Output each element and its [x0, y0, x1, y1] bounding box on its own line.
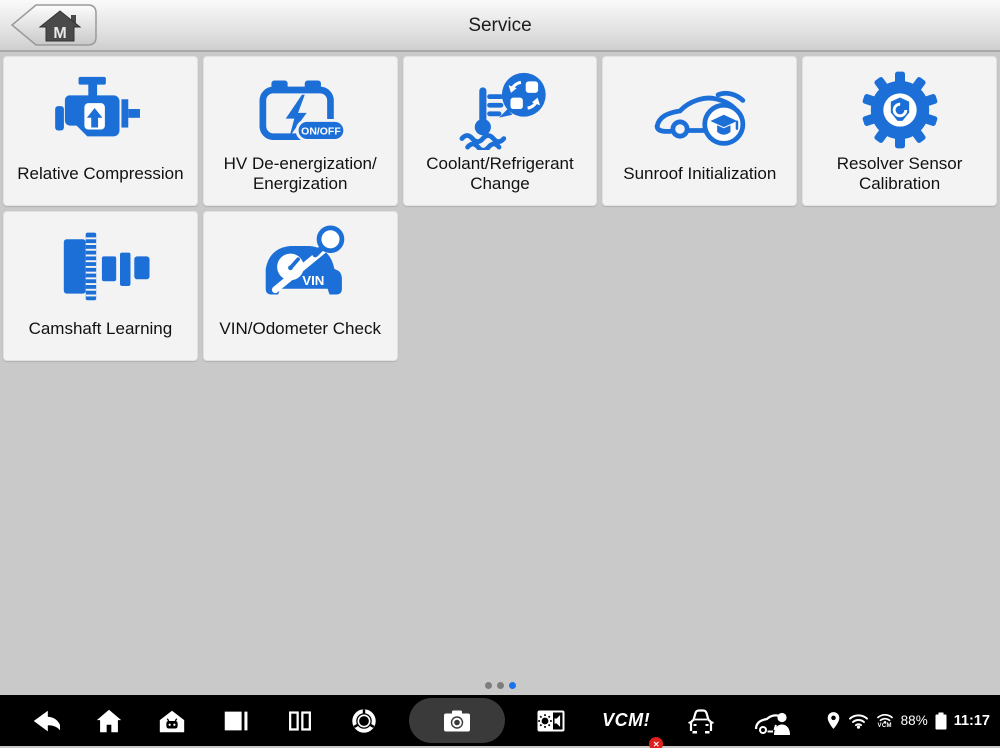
nav-buttons: VCM! ✕: [0, 695, 822, 746]
page-dot: [497, 682, 504, 689]
page-title: Service: [0, 0, 1000, 52]
clock: 11:17: [954, 713, 990, 729]
chrome-browser-button[interactable]: [345, 695, 383, 746]
app-drawer-button[interactable]: [153, 695, 191, 746]
vcm-signal-label: VCM: [878, 723, 892, 729]
tile-label: VIN/Odometer Check: [213, 308, 387, 360]
camshaft-icon: [48, 212, 152, 308]
resolver-gear-icon: [859, 57, 941, 153]
wifi-icon: [848, 712, 869, 729]
vehicle-button[interactable]: [680, 695, 722, 746]
sunroof-car-icon: [648, 57, 752, 153]
tile-label: HV De-energization/ Energization: [218, 153, 383, 205]
home-arrow-icon: M: [8, 3, 98, 47]
split-screen-icon: [285, 706, 315, 736]
vcm-signal-icon: VCM: [876, 712, 894, 729]
brightness-volume-icon: [534, 705, 568, 737]
screenshot-camera-button[interactable]: [409, 698, 505, 743]
tile-vin-odometer-check[interactable]: VIN VIN/Odometer Check: [203, 211, 398, 361]
svg-text:ON/OFF: ON/OFF: [301, 127, 341, 138]
engine-compression-icon: [53, 57, 147, 153]
status-cluster: VCM 88% 11:17: [822, 711, 1000, 730]
tile-label: Camshaft Learning: [23, 308, 179, 360]
svg-text:M: M: [53, 25, 66, 42]
vin-odometer-icon: VIN: [248, 212, 352, 308]
back-arrow-icon: [30, 706, 60, 736]
top-bar: Service M: [0, 0, 1000, 52]
hv-battery-icon: ON/OFF: [250, 57, 350, 153]
vcm-label: VCM!: [602, 710, 650, 731]
tile-relative-compression[interactable]: Relative Compression: [3, 56, 198, 206]
car-technician-icon: [752, 705, 792, 737]
tile-coolant-refrigerant[interactable]: Coolant/Refrigerant Change: [403, 56, 598, 206]
display-sound-button[interactable]: [530, 695, 572, 746]
tile-label: Resolver Sensor Calibration: [831, 153, 969, 205]
vcm-disconnected-icon: ✕: [649, 737, 663, 748]
battery-percent: 88%: [901, 713, 928, 728]
svg-text:VIN: VIN: [302, 273, 324, 288]
tile-label: Sunroof Initialization: [617, 153, 782, 205]
split-screen-button[interactable]: [281, 695, 319, 746]
page-dot-active: [509, 682, 516, 689]
technician-button[interactable]: [748, 695, 796, 746]
android-home-icon: [157, 706, 187, 736]
tile-label: Relative Compression: [11, 153, 189, 205]
home-button[interactable]: [90, 695, 128, 746]
tile-camshaft-learning[interactable]: Camshaft Learning: [3, 211, 198, 361]
tile-sunroof-initialization[interactable]: Sunroof Initialization: [602, 56, 797, 206]
service-function-list: Relative Compression ON/OFF HV De-energi…: [0, 52, 1000, 695]
page-indicator: [0, 682, 1000, 689]
camera-icon: [440, 705, 474, 737]
coolant-refrigerant-icon: [449, 57, 551, 153]
page-dot: [485, 682, 492, 689]
recent-apps-icon: [221, 706, 251, 736]
back-button[interactable]: [26, 695, 64, 746]
android-nav-bar: VCM! ✕: [0, 695, 1000, 746]
battery-icon: [935, 712, 947, 730]
tile-grid: Relative Compression ON/OFF HV De-energi…: [0, 52, 1000, 365]
tile-resolver-sensor-calibration[interactable]: Resolver Sensor Calibration: [802, 56, 997, 206]
vcm-status-button[interactable]: VCM! ✕: [598, 695, 654, 746]
car-icon: [684, 705, 718, 737]
home-menu-button[interactable]: M: [8, 3, 98, 47]
tile-label: Coolant/Refrigerant Change: [420, 153, 579, 205]
location-icon: [826, 711, 841, 730]
chrome-icon: [349, 706, 379, 736]
tile-hv-de-energization[interactable]: ON/OFF HV De-energization/ Energization: [203, 56, 398, 206]
home-icon: [94, 706, 124, 736]
recent-apps-button[interactable]: [217, 695, 255, 746]
